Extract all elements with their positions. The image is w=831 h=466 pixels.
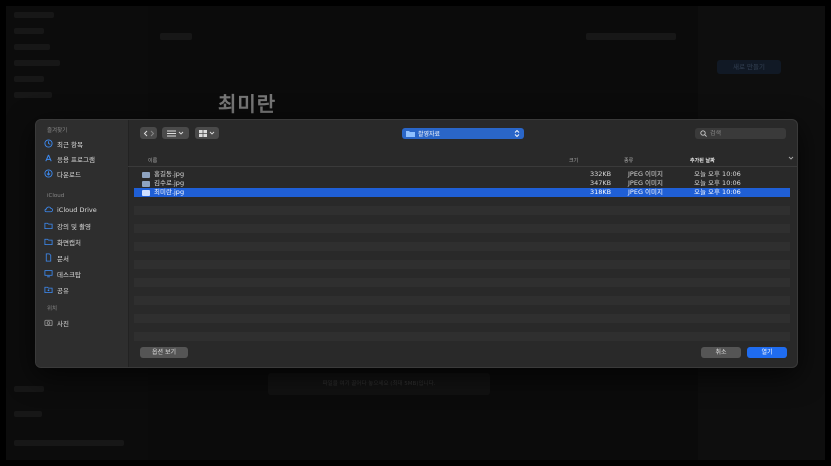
empty-row (134, 215, 790, 224)
column-name[interactable]: 이름 (148, 157, 157, 164)
image-file-icon (142, 189, 150, 196)
sidebar-item-shared[interactable]: 공유 (44, 284, 69, 295)
folder-icon (44, 221, 53, 230)
current-folder-label: 촬영자료 (418, 131, 441, 138)
cancel-button[interactable]: 취소 (701, 347, 741, 358)
download-icon (44, 169, 53, 178)
sidebar-item-label: 사진 (57, 319, 69, 328)
empty-row (134, 296, 790, 305)
sidebar-item-documents[interactable]: 문서 (44, 252, 69, 263)
sidebar-item-label: 응용 프로그램 (57, 155, 95, 164)
file-row-selected[interactable]: 최미란.jpg 318KB JPEG 이미지 오늘 오후 10:06 (134, 188, 790, 197)
dialog-toolbar: 촬영자료 (128, 120, 797, 148)
file-row[interactable]: 김수로.jpg 347KB JPEG 이미지 오늘 오후 10:06 (134, 179, 790, 188)
open-button[interactable]: 열기 (747, 347, 787, 358)
file-open-dialog: 즐겨찾기 최근 항목 응용 프로그램 다운로드 iCloud iCloud Dr… (35, 119, 798, 368)
file-date: 오늘 오후 10:06 (694, 179, 741, 187)
back-forward-buttons[interactable] (140, 127, 157, 139)
cloud-icon (44, 205, 53, 214)
file-size: 332KB (590, 170, 612, 178)
file-name: 홍길동.jpg (154, 170, 185, 178)
sidebar-item-label: 문서 (57, 254, 69, 263)
search-input[interactable] (710, 130, 780, 137)
search-field[interactable] (695, 128, 786, 139)
favorites-heading: 즐겨찾기 (47, 128, 68, 134)
camera-icon (44, 318, 53, 327)
file-kind: JPEG 이미지 (628, 179, 663, 187)
sidebar-item-label: 공유 (57, 286, 69, 295)
file-name: 최미란.jpg (154, 188, 185, 196)
sidebar-item-label: 데스크탑 (57, 270, 81, 279)
file-date: 오늘 오후 10:06 (694, 170, 741, 178)
sidebar-item-desktop[interactable]: 데스크탑 (44, 268, 81, 279)
chevron-down-icon (209, 131, 215, 135)
empty-row (134, 206, 790, 215)
empty-row (134, 269, 790, 278)
location-popup[interactable]: 촬영자료 (402, 128, 524, 139)
shared-folder-icon (44, 285, 53, 294)
empty-row (134, 197, 790, 206)
list-view-icon (167, 130, 176, 136)
desktop-icon (44, 269, 53, 278)
locations-heading: 위치 (47, 306, 58, 312)
folder-icon (406, 131, 415, 137)
sidebar-item-label: iCloud Drive (57, 205, 97, 214)
empty-row (134, 251, 790, 260)
column-header: 이름 크기 종류 추가된 날짜 (128, 155, 797, 167)
sidebar-item-downloads[interactable]: 다운로드 (44, 168, 81, 179)
show-options-button[interactable]: 옵션 보기 (140, 347, 188, 358)
sidebar-item-recents[interactable]: 최근 항목 (44, 138, 83, 149)
apps-icon (44, 154, 53, 163)
sidebar-item-icloud-drive[interactable]: iCloud Drive (44, 204, 97, 215)
empty-row (134, 278, 790, 287)
column-size[interactable]: 크기 (569, 157, 578, 164)
file-kind: JPEG 이미지 (628, 188, 663, 196)
document-icon (44, 253, 53, 262)
empty-row (134, 287, 790, 296)
dialog-sidebar: 즐겨찾기 최근 항목 응용 프로그램 다운로드 iCloud iCloud Dr… (36, 120, 129, 367)
empty-row (134, 233, 790, 242)
icloud-heading: iCloud (47, 193, 65, 199)
column-date-added[interactable]: 추가된 날짜 (690, 157, 715, 164)
file-size: 318KB (590, 188, 612, 196)
sidebar-item-label: 다운로드 (57, 170, 81, 179)
sidebar-item-lectures[interactable]: 강의 및 촬영 (44, 220, 91, 231)
chevron-down-icon (178, 131, 184, 135)
chevron-down-icon (788, 156, 794, 162)
empty-row (134, 224, 790, 233)
updown-chevron-icon (514, 129, 520, 138)
view-mode-button[interactable] (162, 127, 189, 139)
sidebar-item-label: 화면캡처 (57, 238, 81, 247)
sidebar-item-label: 강의 및 촬영 (57, 222, 92, 231)
file-date: 오늘 오후 10:06 (694, 188, 741, 196)
file-list: 홍길동.jpg 332KB JPEG 이미지 오늘 오후 10:06 김수로.j… (134, 170, 790, 341)
image-file-icon (142, 171, 150, 178)
empty-row (134, 242, 790, 251)
sidebar-item-applications[interactable]: 응용 프로그램 (44, 153, 95, 164)
folder-icon (44, 237, 53, 246)
image-file-icon (142, 180, 150, 187)
empty-row (134, 323, 790, 332)
empty-row (134, 314, 790, 323)
file-kind: JPEG 이미지 (628, 170, 663, 178)
sidebar-item-photos[interactable]: 사진 (44, 317, 69, 328)
file-row[interactable]: 홍길동.jpg 332KB JPEG 이미지 오늘 오후 10:06 (134, 170, 790, 179)
empty-row (134, 305, 790, 314)
empty-row (134, 260, 790, 269)
file-name: 김수로.jpg (154, 179, 185, 187)
sidebar-item-label: 최근 항목 (57, 140, 83, 149)
sidebar-item-screenshots[interactable]: 화면캡처 (44, 236, 81, 247)
empty-row (134, 332, 790, 341)
search-icon (700, 130, 707, 137)
file-size: 347KB (590, 179, 612, 187)
clock-icon (44, 139, 53, 148)
group-button[interactable] (195, 127, 219, 139)
column-kind[interactable]: 종류 (624, 157, 633, 164)
back-icon[interactable] (143, 130, 155, 137)
grid-icon (199, 129, 207, 137)
